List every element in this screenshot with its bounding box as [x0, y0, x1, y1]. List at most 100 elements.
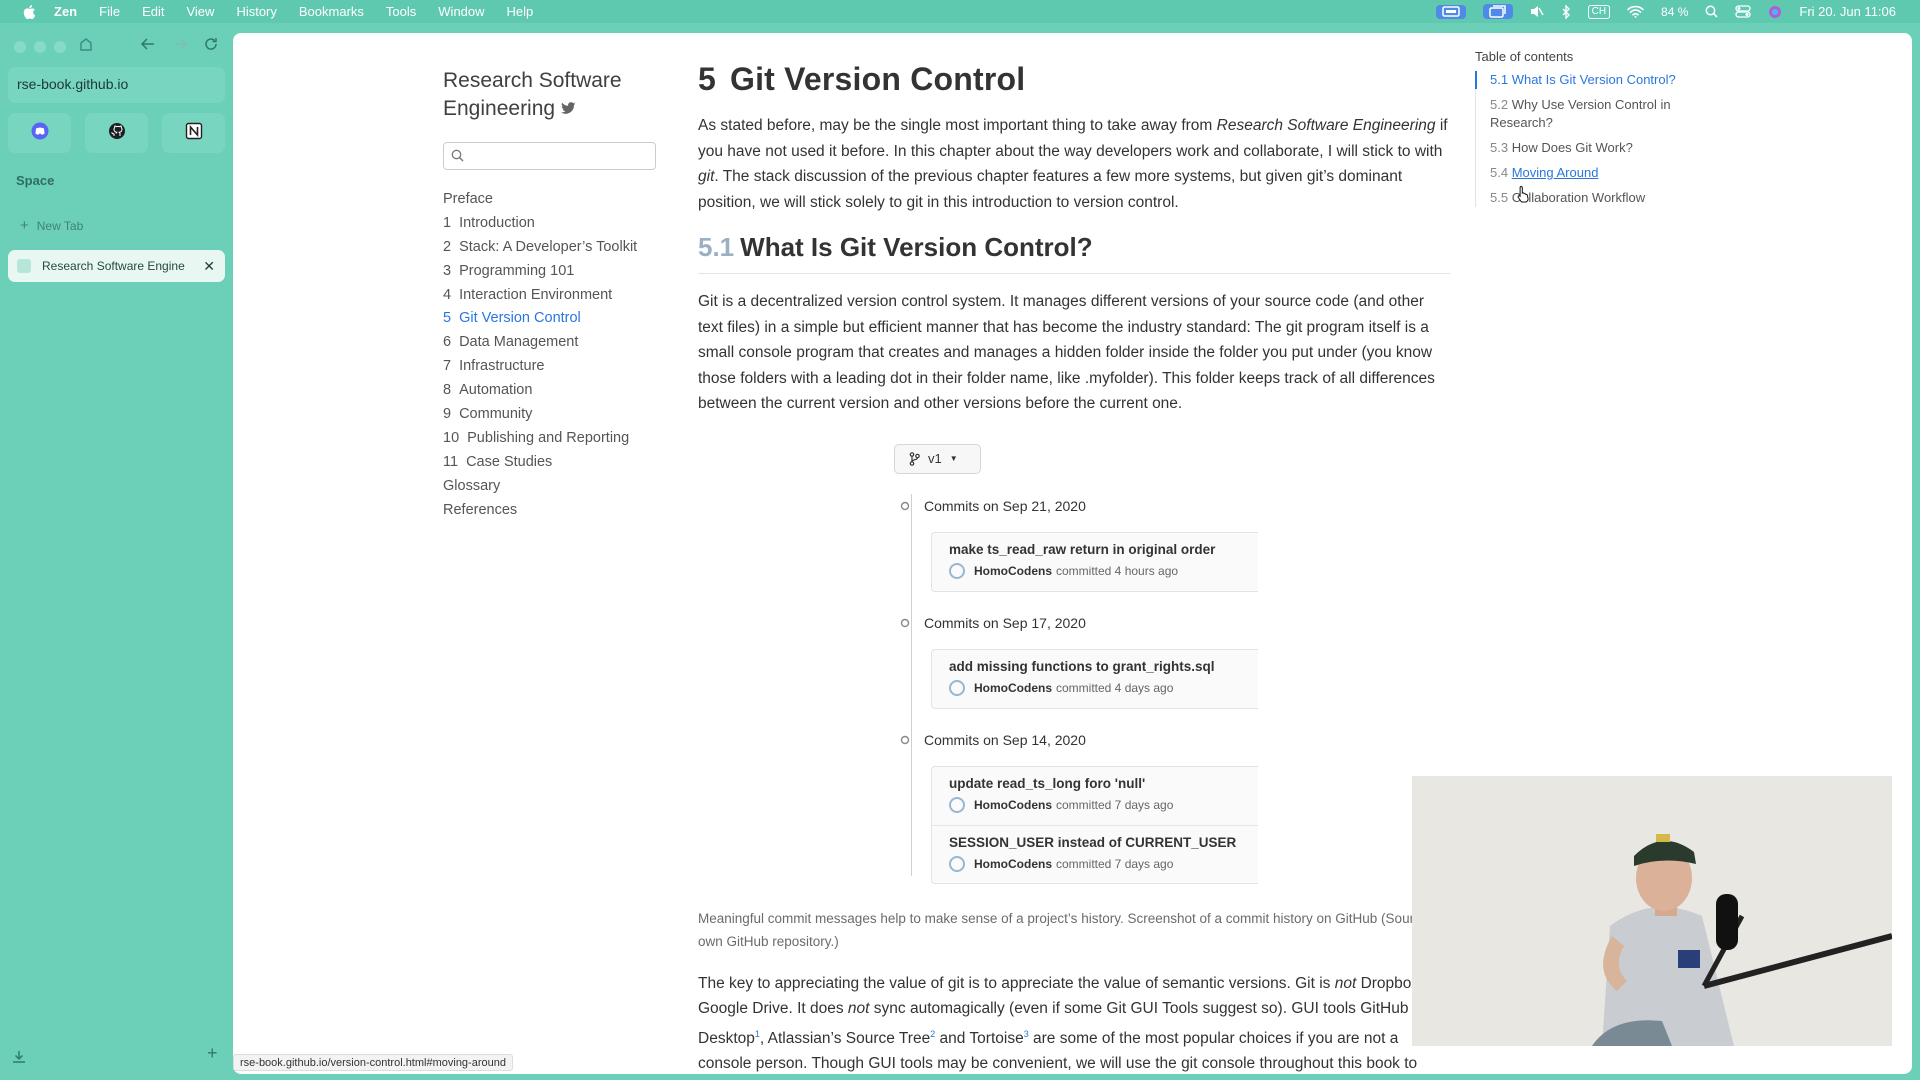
nav-item-data-management[interactable]: 6 Data Management [443, 331, 673, 355]
toc-number: 5.4 [1490, 165, 1509, 180]
wifi-icon[interactable] [1627, 5, 1644, 18]
toc-item-moving-around[interactable]: 5.4 Moving Around [1476, 164, 1705, 182]
nav-item-community[interactable]: 9 Community [443, 403, 673, 427]
emphasis: not [847, 1000, 870, 1017]
commit-meta: HomoCodens committed 7 days ago [949, 855, 1258, 872]
apple-icon[interactable] [22, 4, 36, 20]
nav-item-git-version-control[interactable]: 5 Git Version Control [443, 307, 673, 331]
nav-item-automation[interactable]: 8 Automation [443, 379, 673, 403]
siri-icon[interactable] [1768, 5, 1782, 19]
battery-percentage[interactable]: 84 % [1661, 5, 1688, 19]
menu-bookmarks[interactable]: Bookmarks [299, 4, 364, 19]
nav-label: Publishing and Reporting [467, 429, 630, 446]
toc-number: 5.3 [1490, 140, 1509, 155]
pinned-github[interactable] [85, 113, 148, 153]
commit-list: add missing functions to grant_rights.sq… [931, 648, 1258, 709]
url-bar[interactable]: rse-book.github.io [8, 67, 225, 103]
new-tab-button[interactable]: + New Tab [20, 217, 83, 234]
reload-icon[interactable] [203, 36, 219, 57]
menu-clock[interactable]: Fri 20. Jun 11:06 [1799, 4, 1896, 19]
nav-item-references[interactable]: References [443, 499, 673, 523]
nav-item-infrastructure[interactable]: 7 Infrastructure [443, 355, 673, 379]
sidebar-toggle-icon[interactable] [78, 37, 94, 58]
commit-author[interactable]: HomoCodens [974, 857, 1052, 871]
add-icon[interactable]: + [207, 1043, 218, 1064]
nav-item-publishing[interactable]: 10 Publishing and Reporting [443, 427, 673, 451]
toc-label: What Is Git Version Control? [1511, 72, 1676, 87]
nav-number: 1 [443, 214, 452, 231]
input-source-indicator[interactable]: CH [1587, 4, 1611, 19]
screen-mirroring-icon[interactable] [1435, 4, 1466, 19]
menu-window[interactable]: Window [438, 4, 484, 19]
commit-row[interactable]: update read_ts_long foro 'null' HomoCode… [932, 767, 1258, 825]
commit-meta: HomoCodens committed 7 days ago [949, 796, 1258, 813]
mute-icon[interactable] [1530, 5, 1544, 18]
table-of-contents: Table of contents 5.1 What Is Git Versio… [1475, 49, 1705, 214]
commit-message[interactable]: SESSION_USER instead of CURRENT_USER [949, 835, 1258, 850]
search-input[interactable] [470, 143, 650, 169]
toc-item-what-is-git[interactable]: 5.1 What Is Git Version Control? [1475, 71, 1705, 89]
menu-help[interactable]: Help [507, 4, 534, 19]
forward-icon[interactable] [172, 36, 188, 57]
chapter-list: Preface 1 Introduction 2 Stack: A Develope… [443, 188, 673, 522]
commit-author[interactable]: HomoCodens [974, 798, 1052, 812]
toc-label[interactable]: Moving Around [1512, 165, 1599, 180]
space-label: Space [16, 173, 55, 188]
menu-bar: Zen File Edit View History Bookmarks Too… [0, 0, 1920, 23]
menu-file[interactable]: File [99, 4, 120, 19]
screen-share-icon[interactable] [1482, 4, 1513, 19]
commit-message[interactable]: update read_ts_long foro 'null' [949, 776, 1258, 791]
toc-item-why-use-version-control[interactable]: 5.2 Why Use Version Control in Research? [1476, 96, 1705, 132]
avatar [949, 855, 965, 872]
pinned-notion[interactable] [162, 113, 225, 153]
branch-selector-button[interactable]: v1 ▼ [894, 443, 981, 474]
commit-message[interactable]: add missing functions to grant_rights.sq… [949, 659, 1258, 674]
menu-edit[interactable]: Edit [142, 4, 164, 19]
status-bar-url: rse-book.github.io/version-control.html#… [233, 1054, 513, 1071]
toc-item-how-does-git-work[interactable]: 5.3 How Does Git Work? [1476, 139, 1705, 157]
nav-item-glossary[interactable]: Glossary [443, 475, 673, 499]
download-icon[interactable] [12, 1050, 26, 1067]
tab-research-software-engineering[interactable]: Research Software Engine ✕ [8, 250, 225, 282]
text-run: The key to appreciating the value of git… [698, 974, 1335, 992]
menu-history[interactable]: History [236, 4, 276, 19]
semantic-versions-paragraph: The key to appreciating the value of git… [698, 971, 1450, 1075]
nav-item-case-studies[interactable]: 11 Case Studies [443, 451, 673, 475]
toc-list: 5.1 What Is Git Version Control? 5.2 Why… [1475, 71, 1705, 207]
twitter-icon[interactable] [561, 102, 576, 118]
toc-number: 5.5 [1490, 190, 1509, 205]
avatar [949, 796, 965, 813]
bluetooth-icon[interactable] [1561, 4, 1571, 19]
nav-item-stack[interactable]: 2 Stack: A Developer’s Toolkit [443, 236, 673, 260]
menu-tools[interactable]: Tools [386, 4, 416, 19]
nav-number: 2 [443, 238, 452, 255]
close-window-button[interactable] [14, 41, 26, 53]
control-center-icon[interactable] [1735, 5, 1752, 18]
toc-item-collaboration-workflow[interactable]: 5.5 Collaboration Workflow [1476, 189, 1705, 207]
commit-date-label: Commits on Sep 14, 2020 [924, 731, 1086, 748]
branch-icon [909, 451, 920, 466]
nav-item-preface[interactable]: Preface [443, 188, 673, 212]
nav-item-interaction-environment[interactable]: 4 Interaction Environment [443, 284, 673, 308]
zoom-window-button[interactable] [54, 41, 66, 53]
search-field[interactable] [443, 142, 656, 170]
menu-app-name[interactable]: Zen [54, 4, 77, 19]
nav-label: Stack: A Developer’s Toolkit [459, 238, 638, 255]
search-icon[interactable] [1705, 5, 1718, 18]
commit-row[interactable]: make ts_read_raw return in original orde… [932, 533, 1258, 591]
commit-author[interactable]: HomoCodens [974, 681, 1052, 695]
nav-number: 10 [443, 429, 460, 446]
commit-author[interactable]: HomoCodens [974, 564, 1052, 578]
back-icon[interactable] [140, 36, 156, 57]
nav-item-programming-101[interactable]: 3 Programming 101 [443, 260, 673, 284]
nav-item-introduction[interactable]: 1 Introduction [443, 212, 673, 236]
commit-message[interactable]: make ts_read_raw return in original orde… [949, 542, 1258, 557]
site-title[interactable]: Research Software Engineering [443, 67, 673, 124]
commit-row[interactable]: SESSION_USER instead of CURRENT_USER Hom… [932, 824, 1258, 883]
commit-dot-icon [898, 733, 912, 747]
minimize-window-button[interactable] [34, 41, 46, 53]
close-tab-icon[interactable]: ✕ [203, 258, 215, 275]
commit-row[interactable]: add missing functions to grant_rights.sq… [932, 650, 1258, 708]
pinned-discord[interactable] [8, 113, 71, 153]
menu-view[interactable]: View [186, 4, 214, 19]
